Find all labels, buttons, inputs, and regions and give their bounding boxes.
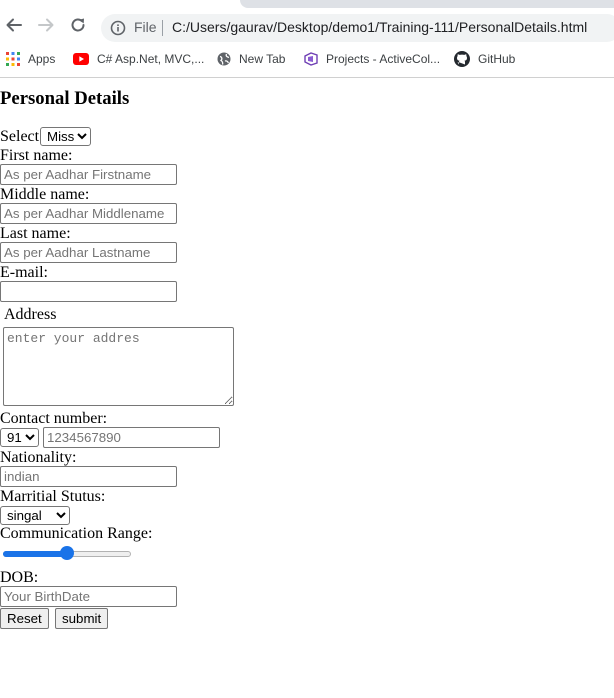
info-icon[interactable] <box>110 20 126 36</box>
submit-button[interactable]: submit <box>55 608 109 629</box>
dob-label: DOB: <box>0 569 39 586</box>
url-text[interactable]: C:/Users/gaurav/Desktop/demo1/Training-1… <box>172 19 587 35</box>
address-label: Address <box>4 306 57 323</box>
middle-name-label: Middle name: <box>0 186 90 203</box>
country-code-select[interactable]: 91 <box>0 428 39 447</box>
phone-input[interactable] <box>43 427 220 448</box>
toolbar-divider <box>0 77 614 78</box>
youtube-icon <box>73 53 89 65</box>
range-thumb[interactable] <box>60 546 74 560</box>
back-button[interactable] <box>3 14 25 36</box>
reload-icon <box>71 18 85 32</box>
bookmark-apps[interactable]: Apps <box>6 49 55 69</box>
bookmark-label: New Tab <box>239 52 286 66</box>
reset-button[interactable]: Reset <box>0 608 49 629</box>
tab-strip <box>240 0 614 8</box>
select-label: Select <box>0 128 40 145</box>
omnibox-divider <box>162 20 163 36</box>
bookmark-label: C# Asp.Net, MVC,... <box>97 52 205 66</box>
email-input[interactable] <box>0 281 177 302</box>
first-name-input[interactable] <box>0 164 177 185</box>
azure-devops-icon <box>304 52 318 66</box>
bookmark-github[interactable]: GitHub <box>454 49 515 69</box>
address-bar[interactable]: File C:/Users/gaurav/Desktop/demo1/Train… <box>101 14 614 42</box>
file-scheme-label: File <box>134 19 157 35</box>
contact-number-label: Contact number: <box>0 410 108 427</box>
marital-status-select[interactable]: singal <box>0 506 70 525</box>
browser-toolbar: File C:/Users/gaurav/Desktop/demo1/Train… <box>0 0 614 42</box>
apps-grid-icon <box>6 52 20 66</box>
bookmark-projects[interactable]: Projects - ActiveCol... <box>304 49 440 69</box>
last-name-label: Last name: <box>0 225 71 242</box>
github-icon <box>454 51 470 67</box>
back-arrow-icon <box>6 18 22 32</box>
bookmarks-bar: Apps C# Asp.Net, MVC,... New Tab Project… <box>0 46 614 72</box>
nationality-label: Nationality: <box>0 449 77 466</box>
nationality-input[interactable] <box>0 466 177 487</box>
bookmark-label: Apps <box>28 52 56 66</box>
globe-icon <box>217 52 231 66</box>
dob-input[interactable] <box>0 586 177 607</box>
email-label: E-mail: <box>0 264 48 281</box>
marital-status-label: Marritial Stutus: <box>0 488 106 505</box>
page-title: Personal Details <box>0 88 130 109</box>
first-name-label: First name: <box>0 147 73 164</box>
bookmark-label: Projects - ActiveCol... <box>326 52 441 66</box>
address-textarea[interactable] <box>3 327 234 406</box>
bookmark-new-tab[interactable]: New Tab <box>217 49 285 69</box>
communication-range-label: Communication Range: <box>0 525 153 542</box>
forward-arrow-icon <box>38 18 54 32</box>
bookmark-label: GitHub <box>478 52 516 66</box>
range-fill <box>3 551 67 557</box>
forward-button[interactable] <box>35 14 57 36</box>
communication-range-slider[interactable] <box>3 546 131 560</box>
bookmark-csharp[interactable]: C# Asp.Net, MVC,... <box>73 49 204 69</box>
middle-name-input[interactable] <box>0 203 177 224</box>
last-name-input[interactable] <box>0 242 177 263</box>
reload-button[interactable] <box>67 14 89 36</box>
title-select[interactable]: Miss <box>40 127 91 146</box>
